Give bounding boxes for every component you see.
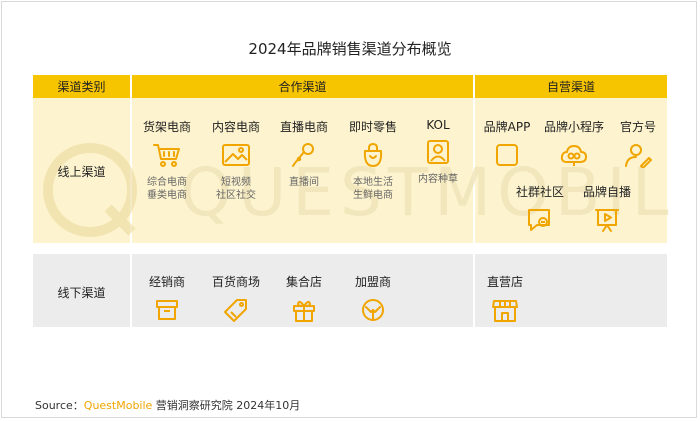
image-icon (222, 144, 250, 166)
source-prefix: Source： (35, 399, 84, 412)
shopping-bag-icon (363, 143, 383, 167)
channel-name: 加盟商 (354, 275, 391, 289)
channel-brand-livestream: 品牌自播 (562, 183, 652, 233)
microphone-icon (292, 143, 314, 167)
source-note: Source：QuestMobile 营销洞察研究院 2024年10月 (35, 397, 300, 413)
chat-bubble-icon (528, 209, 550, 231)
source-brand: QuestMobile (83, 399, 153, 412)
source-suffix: 营销洞察研究院 2024年10月 (152, 399, 301, 412)
row-label-offline: 线下渠道 (57, 286, 106, 300)
channel-franchisee: 加盟商 (328, 273, 418, 323)
app-square-icon (496, 144, 518, 166)
screen-play-icon (595, 209, 619, 232)
header-own: 自营渠道 (475, 75, 667, 98)
store-icon (492, 300, 518, 322)
channel-sub: 内容种草 (418, 174, 458, 185)
cart-icon (153, 144, 180, 167)
channel-official-account: 官方号 (593, 118, 683, 168)
box-icon (156, 300, 178, 320)
channel-name: 直营店 (486, 275, 523, 289)
page-title: 2024年品牌销售渠道分布概览 (248, 40, 452, 58)
account-edit-icon (625, 144, 652, 168)
channel-name: 品牌自播 (582, 185, 631, 199)
mini-program-icon (560, 145, 587, 166)
handshake-circle-icon (362, 299, 384, 321)
row-label-online: 线上渠道 (57, 165, 106, 179)
header-channel-type: 渠道类别 (33, 75, 130, 98)
gift-icon (293, 300, 315, 322)
channel-sub: 社区社交 (216, 190, 256, 201)
channel-direct-store: 直营店 (460, 273, 550, 323)
header-partner: 合作渠道 (132, 75, 473, 98)
portrait-icon (427, 140, 449, 164)
channel-sub: 生鲜电商 (353, 190, 393, 201)
tag-icon (224, 299, 247, 322)
channel-name: 官方号 (619, 120, 656, 134)
